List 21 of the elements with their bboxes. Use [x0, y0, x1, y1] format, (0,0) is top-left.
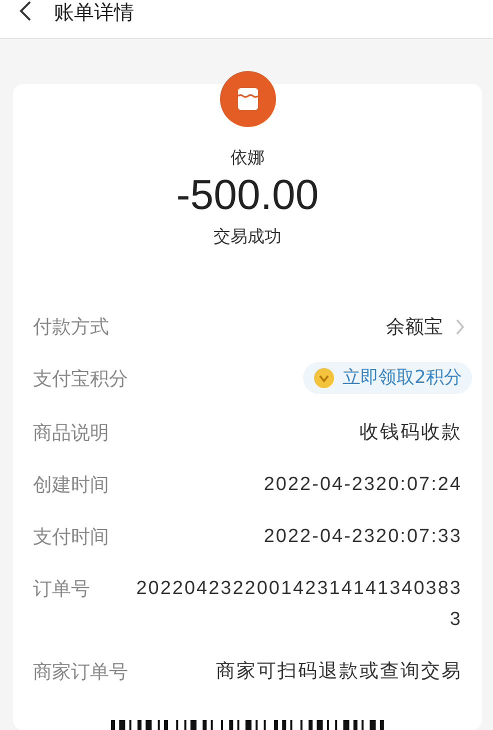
detail-value: 2022042322001423141413403833 — [135, 577, 462, 632]
merchant-name: 依娜 — [230, 147, 264, 169]
page-title: 账单详情 — [54, 0, 134, 24]
detail-label: 支付宝积分 — [33, 367, 128, 392]
back-icon[interactable] — [18, 0, 32, 22]
chevron-right-icon — [455, 318, 465, 336]
payment-method-value: 余额宝 — [386, 315, 443, 340]
detail-value: 2022-04-2320:07:33 — [264, 525, 462, 549]
detail-label: 付款方式 — [33, 315, 109, 340]
detail-value: 收钱码收款 — [360, 421, 462, 445]
detail-label: 订单号 — [33, 577, 90, 602]
transaction-status: 交易成功 — [214, 226, 282, 248]
claim-points-button[interactable]: 立即领取2积分 — [302, 362, 472, 394]
coin-icon — [312, 367, 335, 389]
amount: -500.00 — [176, 171, 319, 219]
detail-label: 支付时间 — [33, 525, 109, 550]
detail-label: 创建时间 — [33, 473, 109, 498]
detail-label: 商品说明 — [33, 421, 109, 446]
detail-value: 商家可扫码退款或查询交易 — [216, 660, 462, 684]
detail-value: 2022-04-2320:07:24 — [264, 473, 462, 497]
detail-label: 商家订单号 — [33, 660, 128, 685]
